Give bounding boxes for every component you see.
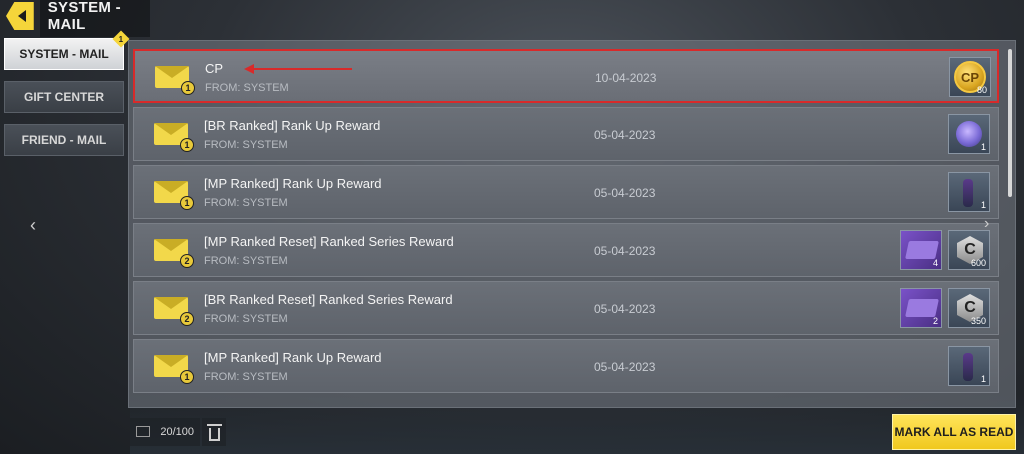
reward-item[interactable]: 2 [900,288,942,328]
mail-date: 05-04-2023 [594,302,656,316]
mail-list: 1 CP FROM: SYSTEM 10-04-2023 CP 80 1 [BR… [128,40,1016,408]
tab-system-mail[interactable]: SYSTEM - MAIL 1 [4,30,130,70]
reward-item[interactable]: 1 [948,172,990,212]
weapon-ticket-icon [905,241,939,259]
mail-item[interactable]: 1 CP FROM: SYSTEM 10-04-2023 CP 80 [133,49,999,103]
mail-item[interactable]: 1 [BR Ranked] Rank Up Reward FROM: SYSTE… [133,107,999,161]
mail-sender: FROM: SYSTEM [205,82,289,94]
mail-capacity-text: 20/100 [160,426,194,438]
mail-title: [MP Ranked] Rank Up Reward [204,350,382,365]
attachment-count-badge: 1 [181,81,195,95]
sidebar: SYSTEM - MAIL 1 GIFT CENTER FRIEND - MAI… [4,30,130,167]
mark-all-read-button[interactable]: MARK ALL AS READ [892,414,1016,450]
mail-title: [BR Ranked Reset] Ranked Series Reward [204,292,453,307]
mail-title: CP [205,61,224,76]
reward-item[interactable]: CP 80 [949,57,991,97]
mail-icon [136,426,150,437]
attachment-count-badge: 1 [180,196,194,210]
reward-item[interactable]: 1 [948,114,990,154]
mail-date: 05-04-2023 [594,128,656,142]
attachment-count-badge: 1 [180,370,194,384]
mail-date: 05-04-2023 [594,244,656,258]
tab-label: SYSTEM - MAIL [19,47,109,61]
reward-quantity: 4 [932,258,938,268]
annotation-arrow-line [250,68,352,70]
crate-icon [956,121,982,147]
mail-item[interactable]: 2 [MP Ranked Reset] Ranked Series Reward… [133,223,999,277]
soldier-skin-icon [963,353,973,381]
reward-item[interactable]: 1 [948,346,990,386]
mail-item[interactable]: 1 [MP Ranked] Rank Up Reward FROM: SYSTE… [133,339,999,393]
reward-quantity: 2 [932,316,938,326]
mail-title: [BR Ranked] Rank Up Reward [204,118,381,133]
mail-title: [MP Ranked Reset] Ranked Series Reward [204,234,454,249]
tab-label: FRIEND - MAIL [21,133,107,147]
reward-quantity: 600 [970,258,986,268]
attachment-count-badge: 1 [180,138,194,152]
page-title: SYSTEM - MAIL [39,0,150,37]
scrollbar[interactable] [1008,49,1012,197]
header: SYSTEM - MAIL [0,0,150,37]
weapon-ticket-icon [905,299,939,317]
mail-sender: FROM: SYSTEM [204,197,288,209]
reward-item[interactable]: 4 [900,230,942,270]
reward-quantity: 1 [980,200,986,210]
mail-capacity: 20/100 [130,418,200,446]
chevron-left-icon[interactable]: ‹ [30,215,36,236]
reward-quantity: 1 [980,374,986,384]
tab-label: GIFT CENTER [24,90,104,104]
mail-date: 10-04-2023 [595,71,657,85]
mail-sender: FROM: SYSTEM [204,139,288,151]
annotation-arrow-icon [244,64,254,74]
reward-item[interactable]: C 350 [948,288,990,328]
mail-sender: FROM: SYSTEM [204,313,288,325]
reward-quantity: 80 [976,85,987,95]
mail-sender: FROM: SYSTEM [204,255,288,267]
mail-title: [MP Ranked] Rank Up Reward [204,176,382,191]
attachment-count-badge: 2 [180,312,194,326]
tab-gift-center[interactable]: GIFT CENTER [4,81,124,113]
trash-icon [206,423,222,441]
reward-item[interactable]: C 600 [948,230,990,270]
mail-date: 05-04-2023 [594,186,656,200]
mail-item[interactable]: 1 [MP Ranked] Rank Up Reward FROM: SYSTE… [133,165,999,219]
reward-quantity: 1 [980,142,986,152]
soldier-skin-icon [963,179,973,207]
mail-item[interactable]: 2 [BR Ranked Reset] Ranked Series Reward… [133,281,999,335]
chevron-right-icon[interactable]: › [984,215,989,233]
reward-quantity: 350 [970,316,986,326]
mail-sender: FROM: SYSTEM [204,371,288,383]
back-button[interactable] [6,2,34,30]
delete-button[interactable] [202,418,226,446]
tab-friend-mail[interactable]: FRIEND - MAIL [4,124,124,156]
attachment-count-badge: 2 [180,254,194,268]
mail-date: 05-04-2023 [594,360,656,374]
